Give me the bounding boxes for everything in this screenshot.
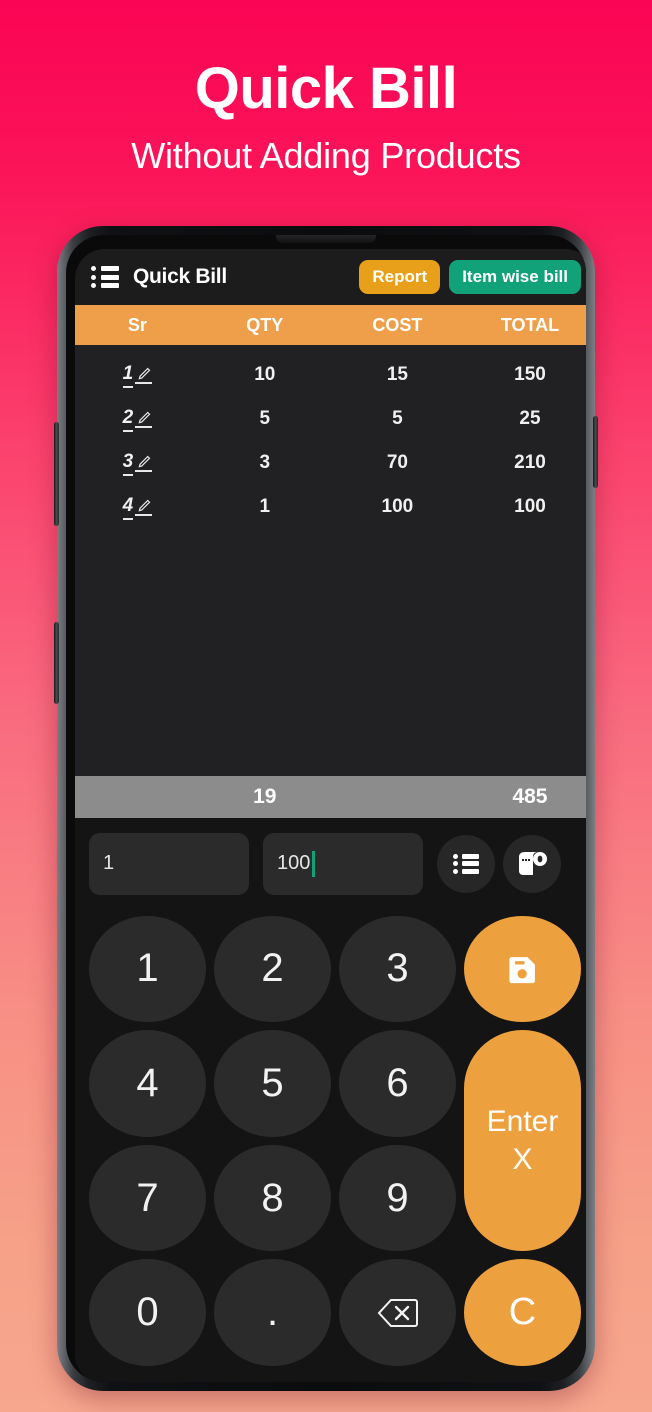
row-cost: 100 xyxy=(381,496,414,517)
table-header-row: Sr QTY COST TOTAL xyxy=(75,305,586,345)
key-7[interactable]: 7 xyxy=(89,1144,206,1252)
text-cursor xyxy=(312,850,316,877)
entry-row: 1 100 xyxy=(75,817,586,910)
item-wise-bill-button[interactable]: Item wise bill xyxy=(449,260,581,294)
column-header-cost: COST xyxy=(372,314,423,335)
column-header-qty: QTY xyxy=(246,314,284,335)
row-sr-number: 2 xyxy=(122,407,134,432)
clear-button[interactable]: C xyxy=(464,1259,581,1366)
earpiece-speaker xyxy=(276,235,376,243)
volume-up-button[interactable] xyxy=(54,422,59,526)
row-sr-cell[interactable]: 4 xyxy=(75,495,200,520)
backspace-icon[interactable] xyxy=(339,1259,456,1366)
row-qty: 1 xyxy=(259,496,271,517)
key-4[interactable]: 4 xyxy=(89,1030,206,1137)
totals-bar: 19 485 xyxy=(75,775,586,818)
phone-screen-bezel: Quick Bill Report Item wise bill Sr QTY … xyxy=(66,235,586,1382)
key-9[interactable]: 9 xyxy=(339,1144,456,1252)
row-sr-number: 3 xyxy=(122,451,134,476)
receipt-roll-icon[interactable] xyxy=(503,834,561,893)
app-screen: Quick Bill Report Item wise bill Sr QTY … xyxy=(75,249,586,1382)
edit-pencil-icon[interactable] xyxy=(135,499,153,516)
bill-items-table: 1 10 15 150 2 5 5 25 3 3 70 210 4 1 100 … xyxy=(75,345,586,776)
row-cost: 5 xyxy=(392,408,403,429)
app-title: Quick Bill xyxy=(133,265,227,288)
row-sr-number: 1 xyxy=(122,363,134,388)
promo-subtitle: Without Adding Products xyxy=(131,135,521,176)
numeric-keypad: 1 2 3 4 5 6 Enter X 7 8 9 0 . C xyxy=(75,909,586,1382)
multiply-label: X xyxy=(512,1142,533,1176)
row-total: 150 xyxy=(514,364,546,385)
row-sr-number: 4 xyxy=(122,495,134,520)
row-total: 210 xyxy=(514,452,546,473)
key-3[interactable]: 3 xyxy=(339,915,456,1023)
table-row[interactable]: 2 5 5 25 xyxy=(75,397,586,441)
row-cost: 70 xyxy=(386,452,408,473)
column-header-sr: Sr xyxy=(127,314,147,335)
phone-mockup: Quick Bill Report Item wise bill Sr QTY … xyxy=(54,226,598,1391)
enter-label: Enter xyxy=(486,1105,559,1139)
report-button[interactable]: Report xyxy=(359,260,441,294)
key-decimal[interactable]: . xyxy=(214,1259,331,1366)
column-header-total: TOTAL xyxy=(500,314,560,335)
row-qty: 3 xyxy=(259,452,271,473)
row-cost: 15 xyxy=(386,364,408,385)
row-qty: 10 xyxy=(254,364,276,385)
row-sr-cell[interactable]: 1 xyxy=(75,363,200,388)
row-sr-cell[interactable]: 2 xyxy=(75,407,200,432)
row-sr-cell[interactable]: 3 xyxy=(75,451,200,476)
enter-multiply-button[interactable]: Enter X xyxy=(464,1030,581,1252)
totals-total: 485 xyxy=(512,784,548,808)
totals-qty: 19 xyxy=(253,784,277,808)
key-5[interactable]: 5 xyxy=(214,1030,331,1137)
app-bar: Quick Bill Report Item wise bill xyxy=(75,249,586,305)
key-0[interactable]: 0 xyxy=(89,1259,206,1366)
promo-banner: Quick Bill Without Adding Products xyxy=(0,0,652,174)
table-row[interactable]: 3 3 70 210 xyxy=(75,441,586,485)
table-row[interactable]: 4 1 100 100 xyxy=(75,485,586,529)
edit-pencil-icon[interactable] xyxy=(135,411,153,428)
bullet-list-icon[interactable] xyxy=(437,834,495,893)
row-qty: 5 xyxy=(259,408,271,429)
key-2[interactable]: 2 xyxy=(214,915,331,1023)
qty-input-value: 1 xyxy=(103,852,115,874)
table-row[interactable]: 1 10 15 150 xyxy=(75,353,586,397)
qty-input[interactable]: 1 xyxy=(89,832,249,895)
key-6[interactable]: 6 xyxy=(339,1030,456,1137)
row-total: 25 xyxy=(519,408,541,429)
cost-input-value: 100 xyxy=(277,852,311,874)
row-total: 100 xyxy=(514,496,546,517)
list-menu-icon[interactable] xyxy=(91,266,119,288)
promo-title: Quick Bill xyxy=(194,56,458,121)
edit-pencil-icon[interactable] xyxy=(135,367,153,384)
key-1[interactable]: 1 xyxy=(89,915,206,1023)
power-button[interactable] xyxy=(593,416,598,488)
floppy-save-icon[interactable] xyxy=(464,915,581,1023)
volume-down-button[interactable] xyxy=(54,622,59,704)
key-8[interactable]: 8 xyxy=(214,1144,331,1252)
cost-input[interactable]: 100 xyxy=(263,832,423,895)
edit-pencil-icon[interactable] xyxy=(135,455,153,472)
